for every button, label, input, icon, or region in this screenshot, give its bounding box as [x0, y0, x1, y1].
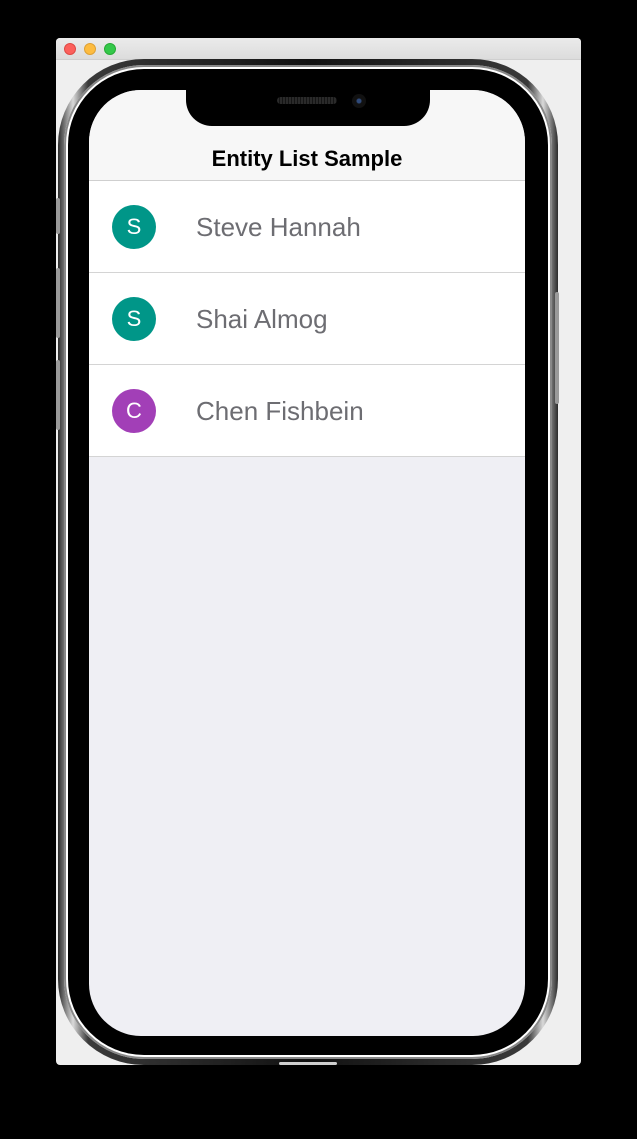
avatar: C [112, 389, 156, 433]
window-titlebar[interactable] [56, 38, 581, 60]
phone-notch [186, 90, 430, 126]
phone-screen: Entity List Sample S Steve Hannah S Shai… [89, 90, 525, 1036]
avatar: S [112, 205, 156, 249]
volume-down-button [56, 360, 60, 430]
list-item-name: Shai Almog [196, 304, 328, 334]
power-button [555, 292, 559, 404]
list-item-name: Steve Hannah [196, 212, 361, 242]
mute-switch [56, 198, 60, 234]
maximize-window-button[interactable] [104, 43, 116, 55]
page-title: Entity List Sample [211, 146, 403, 171]
minimize-window-button[interactable] [84, 43, 96, 55]
earpiece-speaker [277, 97, 337, 104]
list-item[interactable]: S Steve Hannah [89, 181, 525, 273]
volume-up-button [56, 268, 60, 338]
front-camera-icon [352, 94, 366, 108]
list-item[interactable]: C Chen Fishbein [89, 365, 525, 457]
list-item-name: Chen Fishbein [196, 396, 364, 426]
avatar: S [112, 297, 156, 341]
list-item[interactable]: S Shai Almog [89, 273, 525, 365]
entity-list: S Steve Hannah S Shai Almog C Chen Fishb… [89, 181, 525, 457]
close-window-button[interactable] [64, 43, 76, 55]
bottom-button [279, 1062, 337, 1065]
